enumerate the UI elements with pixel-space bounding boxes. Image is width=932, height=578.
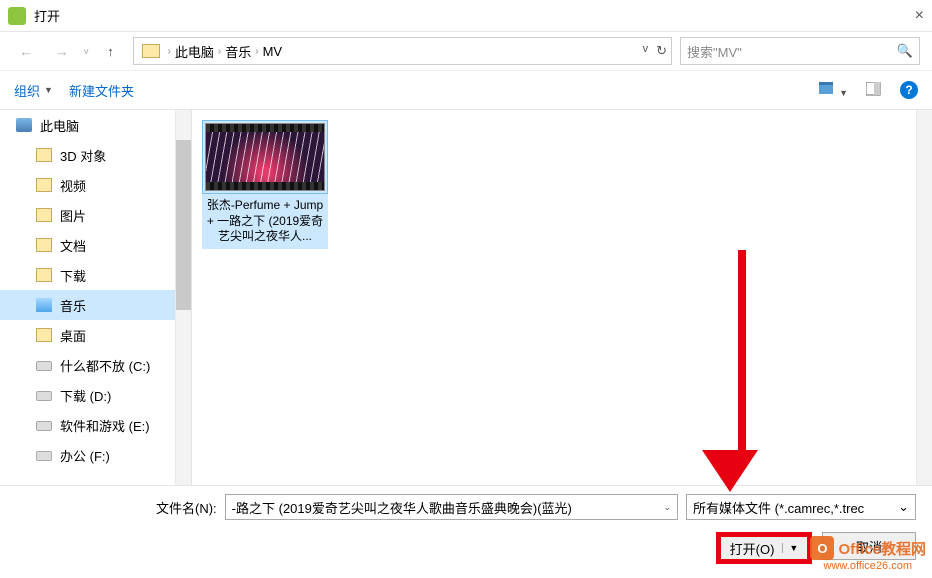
sidebar-item-label: 文档: [60, 236, 86, 255]
sidebar-item-label: 什么都不放 (C:): [60, 356, 150, 375]
pc-icon: [16, 118, 32, 132]
drive-icon: [36, 421, 52, 431]
open-button[interactable]: 打开(O)▼: [716, 532, 812, 564]
file-list[interactable]: 张杰-Perfume + Jump + 一路之下 (2019爱奇艺尖叫之夜华人.…: [192, 110, 932, 490]
folder-icon: [142, 44, 160, 58]
sidebar-item[interactable]: 软件和游戏 (E:): [0, 410, 191, 440]
watermark: O Office教程网: [810, 536, 926, 560]
folder-icon: [36, 148, 52, 162]
refresh-icon[interactable]: ↻: [656, 43, 667, 59]
up-button[interactable]: ↑: [97, 37, 125, 65]
history-dropdown[interactable]: v: [84, 46, 89, 56]
sidebar-item[interactable]: 图片: [0, 200, 191, 230]
breadcrumb[interactable]: › 此电脑 › 音乐 › MV v ↻: [133, 37, 673, 65]
close-button[interactable]: ×: [884, 7, 924, 25]
organize-button[interactable]: 组织▼: [14, 81, 53, 100]
sidebar-item[interactable]: 办公 (F:): [0, 440, 191, 470]
file-name-label: 张杰-Perfume + Jump + 一路之下 (2019爱奇艺尖叫之夜华人.…: [202, 194, 328, 249]
drive-icon: [36, 361, 52, 371]
filename-label: 文件名(N):: [156, 498, 217, 517]
scrollbar[interactable]: [175, 110, 191, 490]
view-icon[interactable]: ▼: [819, 82, 848, 99]
filetype-dropdown[interactable]: 所有媒体文件 (*.camrec,*.trec ⌄: [686, 494, 916, 520]
new-folder-button[interactable]: 新建文件夹: [69, 81, 134, 100]
back-button[interactable]: ←: [12, 37, 40, 65]
sidebar-item-label: 图片: [60, 206, 86, 225]
sidebar-item[interactable]: 下载: [0, 260, 191, 290]
sidebar-item-label: 桌面: [60, 326, 86, 345]
folder-icon: [36, 238, 52, 252]
forward-button[interactable]: →: [48, 37, 76, 65]
breadcrumb-item[interactable]: MV: [263, 44, 283, 59]
sidebar-item-label: 3D 对象: [60, 146, 106, 165]
folder-icon: [36, 328, 52, 342]
help-icon[interactable]: ?: [900, 81, 918, 99]
sidebar-item[interactable]: 什么都不放 (C:): [0, 350, 191, 380]
watermark-url: www.office26.com: [824, 560, 912, 572]
music-icon: [36, 298, 52, 312]
sidebar-item-label: 此电脑: [40, 116, 79, 135]
sidebar-item[interactable]: 此电脑: [0, 110, 191, 140]
drive-icon: [36, 391, 52, 401]
app-icon: [8, 7, 26, 25]
video-thumbnail-icon: [205, 123, 325, 191]
sidebar-item[interactable]: 文档: [0, 230, 191, 260]
sidebar-item[interactable]: 下载 (D:): [0, 380, 191, 410]
chevron-down-icon[interactable]: ⌄: [898, 499, 909, 515]
breadcrumb-item[interactable]: 此电脑: [175, 42, 214, 61]
window-title: 打开: [34, 6, 884, 25]
sidebar-item-label: 下载 (D:): [60, 386, 111, 405]
search-input[interactable]: 搜索"MV" 🔍: [680, 37, 920, 65]
sidebar-item[interactable]: 3D 对象: [0, 140, 191, 170]
search-icon[interactable]: 🔍: [897, 43, 913, 59]
sidebar-item-label: 音乐: [60, 296, 86, 315]
folder-icon: [36, 208, 52, 222]
file-item[interactable]: 张杰-Perfume + Jump + 一路之下 (2019爱奇艺尖叫之夜华人.…: [202, 120, 328, 249]
chevron-down-icon: ▼: [782, 543, 798, 553]
sidebar-item-label: 办公 (F:): [60, 446, 110, 465]
drive-icon: [36, 451, 52, 461]
sidebar: 此电脑 3D 对象视频图片文档下载音乐桌面什么都不放 (C:) 下载 (D:) 软件和…: [0, 110, 192, 490]
chevron-down-icon[interactable]: ⌄: [663, 502, 671, 513]
preview-pane-icon[interactable]: [866, 82, 882, 99]
scrollbar[interactable]: [916, 110, 932, 490]
breadcrumb-item[interactable]: 音乐: [225, 42, 251, 61]
folder-icon: [36, 268, 52, 282]
filename-input[interactable]: -路之下 (2019爱奇艺尖叫之夜华人歌曲音乐盛典晚会)(蓝光) ⌄: [225, 494, 678, 520]
sidebar-item-label: 视频: [60, 176, 86, 195]
sidebar-item-label: 软件和游戏 (E:): [60, 416, 150, 435]
sidebar-item[interactable]: 桌面: [0, 320, 191, 350]
breadcrumb-dropdown-icon[interactable]: v: [643, 43, 649, 59]
sidebar-item[interactable]: 音乐: [0, 290, 191, 320]
search-placeholder: 搜索"MV": [687, 42, 897, 61]
sidebar-item-label: 下载: [60, 266, 86, 285]
folder-icon: [36, 178, 52, 192]
sidebar-item[interactable]: 视频: [0, 170, 191, 200]
